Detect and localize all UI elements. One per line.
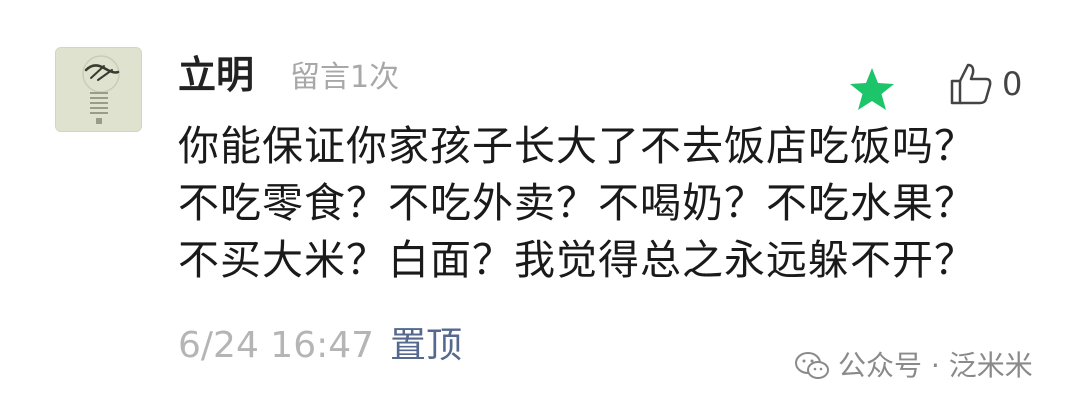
watermark-text: 公众号 · 泛米米 [838,349,1033,382]
username[interactable]: 立明 [178,50,254,100]
comment-body: 你能保证你家孩子长大了不去饭店吃饭吗？ 不吃零食？不吃外卖？不喝奶？不吃水果？ … [178,118,1038,289]
comment-line: 你能保证你家孩子长大了不去饭店吃饭吗？ [178,122,976,170]
avatar-seal-icon [56,48,141,131]
thumbs-up-icon [950,63,992,105]
message-count: 留言1次 [290,60,400,95]
comment-line: 不吃零食？不吃外卖？不喝奶？不吃水果？ [178,179,976,227]
watermark: 公众号 · 泛米米 [794,346,1033,386]
wechat-icon [795,352,829,379]
featured-star-icon[interactable] [848,66,896,112]
like-button[interactable]: 0 [948,60,1022,108]
like-count: 0 [1002,65,1023,103]
comment-line: 不买大米？白面？我觉得总之永远躲不开？ [178,236,976,284]
comment-timestamp: 6/24 16:47 [178,325,375,366]
pin-button[interactable]: 置顶 [390,320,462,372]
avatar[interactable] [55,47,142,132]
